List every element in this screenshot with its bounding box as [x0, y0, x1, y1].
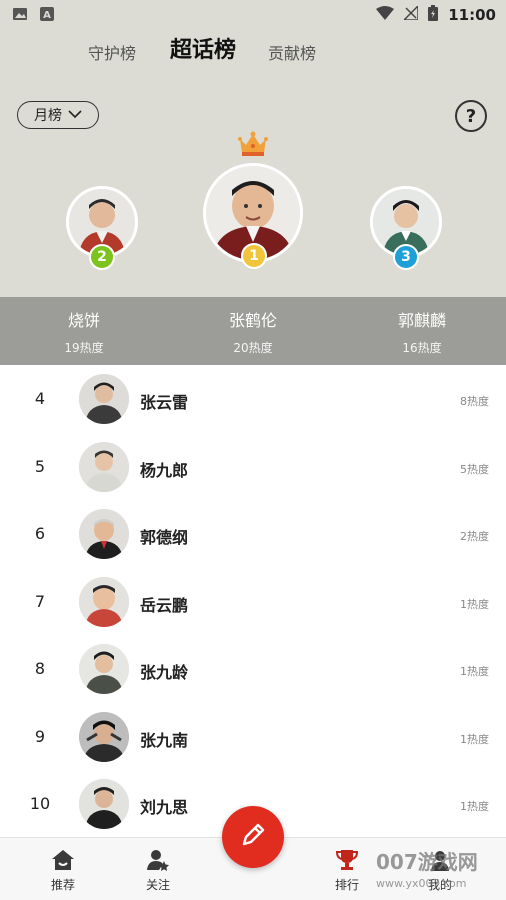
pencil-icon	[238, 820, 268, 854]
podium-item-2[interactable]: 烧饼 19热度	[4, 307, 164, 356]
period-filter-button[interactable]: 月榜	[17, 101, 99, 129]
list-name: 张九龄	[140, 663, 189, 682]
wifi-icon	[376, 6, 395, 24]
trophy-icon	[317, 848, 377, 872]
podium-name: 郭麒麟	[397, 311, 446, 330]
home-icon	[33, 848, 93, 872]
question-mark-icon: ?	[465, 105, 477, 127]
ranking-header: 守护榜 超话榜 贡献榜 月榜 ? 2 1 3	[0, 30, 506, 297]
podium-heat: 20热度	[233, 341, 273, 355]
no-signal-icon	[402, 4, 419, 24]
podium-names-band: 烧饼 19热度 张鹤伦 20热度 郭麒麟 16热度	[0, 297, 506, 365]
help-button[interactable]: ?	[455, 100, 487, 132]
list-rank: 6	[34, 524, 46, 543]
podium-heat: 16热度	[402, 341, 442, 355]
list-rank: 9	[34, 726, 46, 746]
list-heat: 5热度	[460, 462, 489, 476]
list-item[interactable]: 4 张云雷 8热度	[0, 365, 506, 433]
list-name: 张九南	[140, 730, 189, 750]
list-name: 郭德纲	[140, 528, 189, 547]
list-rank: 4	[34, 389, 46, 408]
list-item[interactable]: 8 张九龄 1热度	[0, 635, 506, 703]
podium-name: 张鹤伦	[228, 311, 277, 330]
chevron-down-icon	[68, 107, 82, 123]
a-notification-icon: A	[40, 6, 54, 26]
avatar	[79, 441, 129, 492]
list-name: 岳云鹏	[140, 595, 189, 615]
podium-name: 烧饼	[67, 311, 100, 330]
clock-time: 11:00	[448, 6, 496, 24]
tab-guardian[interactable]: 守护榜	[88, 40, 136, 64]
user-star-icon	[128, 848, 188, 872]
avatar	[79, 644, 129, 694]
ranking-tabs: 守护榜 超话榜 贡献榜	[0, 36, 506, 66]
watermark: 007游戏网 www.yx007.com	[376, 846, 506, 890]
app-screen: A 11:00 守护榜 超话榜 贡献榜 月榜 ? 2 1 3 烧饼 19热度 张…	[0, 0, 506, 900]
list-rank: 10	[29, 794, 51, 813]
rank-badge-2: 2	[89, 244, 115, 270]
avatar	[79, 576, 129, 627]
list-item[interactable]: 9 张九南 1热度	[0, 703, 506, 771]
watermark-url: www.yx007.com	[376, 877, 467, 890]
list-rank: 5	[34, 456, 46, 476]
avatar	[79, 374, 129, 424]
nav-recommend[interactable]: 推荐	[33, 848, 93, 893]
avatar	[79, 779, 129, 829]
avatar	[79, 711, 129, 762]
podium-heat: 19热度	[64, 341, 104, 355]
crown-icon	[238, 131, 268, 161]
ranking-list: 4 张云雷 8热度 5 杨九郎 5热度 6 郭德纲 2热度 7 岳云鹏 1热度 …	[0, 365, 506, 838]
list-item[interactable]: 7 岳云鹏 1热度	[0, 568, 506, 636]
compose-button[interactable]	[222, 806, 284, 868]
podium-item-1[interactable]: 张鹤伦 20热度	[173, 307, 333, 356]
list-heat: 1热度	[460, 800, 489, 813]
nav-follow[interactable]: 关注	[128, 848, 188, 893]
avatar	[79, 509, 129, 559]
svg-text:A: A	[43, 10, 51, 21]
tab-super-topic[interactable]: 超话榜	[170, 32, 236, 64]
list-heat: 8热度	[460, 395, 489, 408]
list-name: 刘九思	[140, 798, 189, 817]
list-heat: 2热度	[460, 530, 489, 543]
list-heat: 1热度	[460, 732, 489, 746]
list-heat: 1热度	[460, 597, 489, 611]
watermark-title: 007游戏网	[376, 850, 478, 874]
nav-ranking[interactable]: 排行	[317, 848, 377, 893]
period-filter-label: 月榜	[34, 108, 62, 124]
gallery-notification-icon	[12, 6, 28, 26]
battery-icon	[428, 5, 439, 25]
tab-contribution[interactable]: 贡献榜	[268, 40, 316, 64]
podium-item-3[interactable]: 郭麒麟 16热度	[342, 307, 502, 356]
list-rank: 8	[34, 659, 46, 678]
list-heat: 1热度	[460, 665, 489, 678]
list-item[interactable]: 6 郭德纲 2热度	[0, 500, 506, 568]
rank-badge-1: 1	[241, 243, 267, 269]
nav-label: 关注	[145, 878, 170, 892]
nav-label: 排行	[334, 878, 359, 892]
list-rank: 7	[34, 591, 46, 611]
nav-label: 推荐	[50, 878, 75, 892]
list-item[interactable]: 5 杨九郎 5热度	[0, 433, 506, 501]
list-name: 张云雷	[140, 393, 189, 412]
status-bar: A 11:00	[0, 0, 506, 30]
list-name: 杨九郎	[140, 460, 189, 480]
rank-badge-3: 3	[393, 244, 419, 270]
